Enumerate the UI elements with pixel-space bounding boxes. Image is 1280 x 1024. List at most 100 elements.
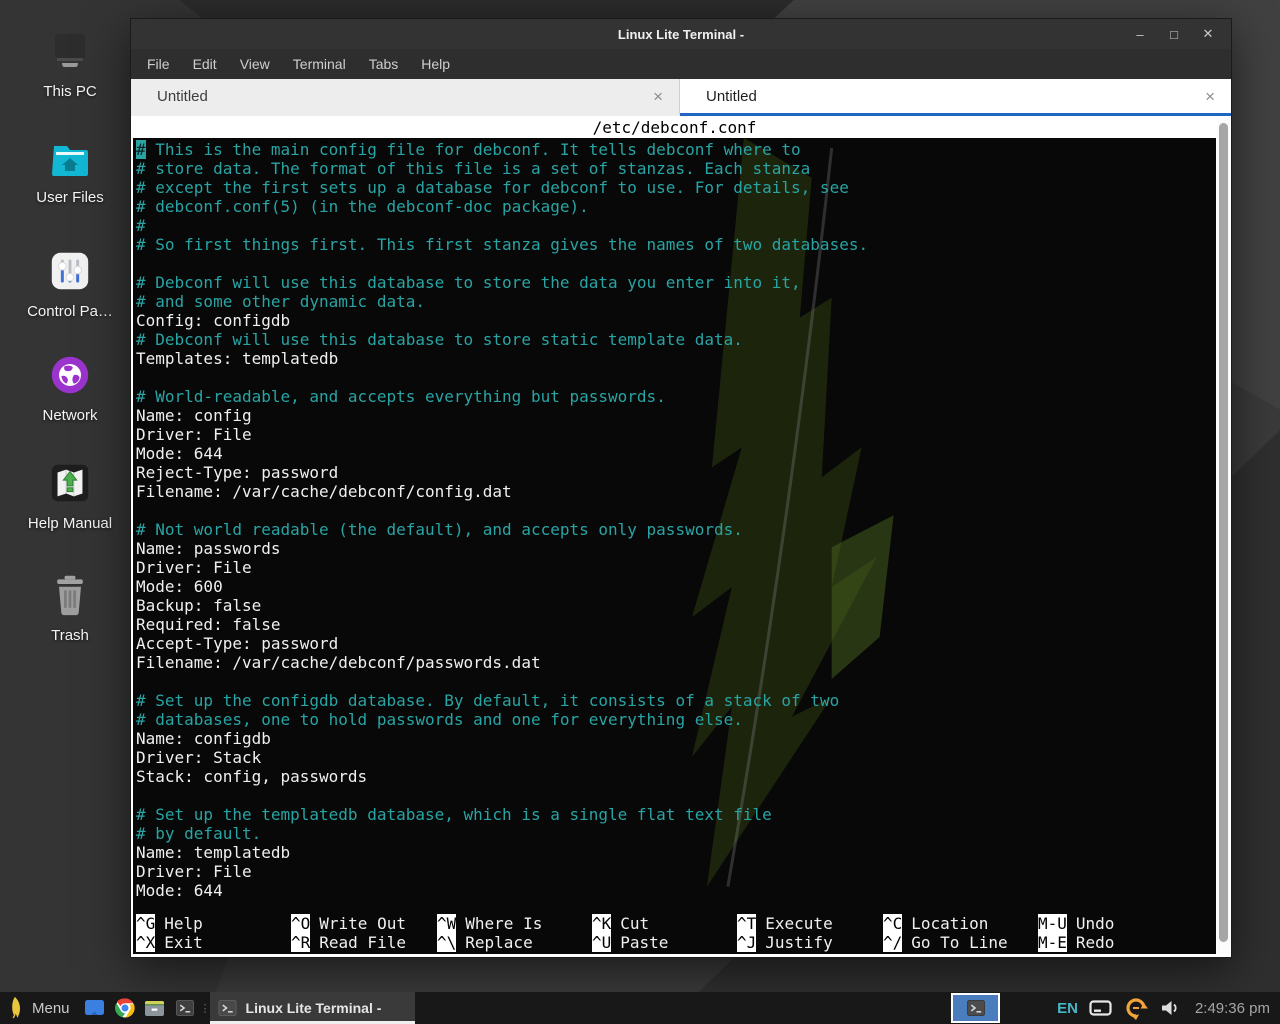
shortcut-label: Paste <box>620 933 668 952</box>
nano-line: # Debconf will use this database to stor… <box>136 330 1216 349</box>
terminal-viewport: GNU nano 7.2 /etc/debconf.conf # This is… <box>131 116 1231 957</box>
clock[interactable]: 2:49:36 pm <box>1195 1000 1270 1017</box>
nano-line: # store data. The format of this file is… <box>136 159 1216 178</box>
nano-line: Driver: File <box>136 862 1216 881</box>
menu-help[interactable]: Help <box>421 56 450 72</box>
menu-edit[interactable]: Edit <box>193 56 217 72</box>
nano-shortcut: ^KCut <box>592 914 737 933</box>
terminal-scrollbar[interactable] <box>1217 118 1230 954</box>
desktop-icon-label: Network <box>12 407 128 424</box>
shortcut-key: ^T <box>737 914 756 933</box>
nano-line: # and some other dynamic data. <box>136 292 1216 311</box>
desktop-icon-this-pc[interactable]: This PC <box>12 30 128 100</box>
terminal-menubar: File Edit View Terminal Tabs Help <box>131 49 1231 79</box>
shortcut-label: Replace <box>465 933 532 952</box>
shortcut-key: ^W <box>437 914 456 933</box>
nano-line: # <box>136 216 1216 235</box>
taskbar: Menu ⋮ Linux Lite Terminal - EN <box>0 992 1280 1024</box>
menu-file[interactable]: File <box>147 56 170 72</box>
tab-close-icon[interactable]: × <box>653 88 663 105</box>
nano-line: Accept-Type: password <box>136 634 1216 653</box>
desktop-icon-label: Trash <box>12 627 128 644</box>
desktop-icon-help-manual[interactable]: Help Manual <box>12 460 128 532</box>
launcher-chrome[interactable] <box>110 992 140 1024</box>
user-files-icon <box>12 138 128 180</box>
desktop-icon-label: This PC <box>12 83 128 100</box>
shortcut-label: Write Out <box>319 914 406 933</box>
nano-line: # databases, one to hold passwords and o… <box>136 710 1216 729</box>
minimize-button[interactable]: – <box>1127 27 1153 42</box>
shortcut-label: Read File <box>319 933 406 952</box>
file-manager-icon <box>144 999 165 1017</box>
nano-line: Mode: 644 <box>136 881 1216 900</box>
start-menu-button[interactable]: Menu <box>0 992 80 1024</box>
maximize-button[interactable]: □ <box>1161 27 1187 42</box>
nano-shortcut: ^GHelp <box>136 914 291 933</box>
terminal-tab-2-active[interactable]: Untitled× <box>680 79 1231 116</box>
desktop-icon-trash[interactable]: Trash <box>12 572 128 644</box>
nano-line: Driver: File <box>136 425 1216 444</box>
nano-shortcut: ^XExit <box>136 933 291 952</box>
nano-cursor: # <box>136 140 146 159</box>
desktop-icon-network[interactable]: Network <box>12 352 128 424</box>
terminal-scrollbar-thumb[interactable] <box>1219 123 1228 942</box>
nano-line: # So first things first. This first stan… <box>136 235 1216 254</box>
nano-line: Filename: /var/cache/debconf/passwords.d… <box>136 653 1216 672</box>
nano-shortcut: M-ERedo <box>1038 933 1216 952</box>
nano-shortcut: ^CLocation <box>883 914 1038 933</box>
tray-terminal-highlight[interactable] <box>951 993 1000 1023</box>
nano-line: Name: templatedb <box>136 843 1216 862</box>
menu-terminal[interactable]: Terminal <box>293 56 346 72</box>
this-pc-icon <box>12 30 128 74</box>
nano-shortcut-row: ^GHelp^OWrite Out^WWhere Is^KCut^TExecut… <box>136 914 1216 933</box>
desktop-icon-user-files[interactable]: User Files <box>12 138 128 206</box>
nano-line: Name: configdb <box>136 729 1216 748</box>
task-button-label: Linux Lite Terminal - <box>246 1000 382 1016</box>
tab-close-icon[interactable]: × <box>1205 88 1215 105</box>
volume-icon[interactable] <box>1160 999 1181 1017</box>
task-button-terminal[interactable]: Linux Lite Terminal - <box>210 992 415 1024</box>
window-titlebar[interactable]: Linux Lite Terminal - –□✕ <box>131 19 1231 49</box>
show-desktop-icon <box>84 999 105 1017</box>
terminal-screen[interactable]: GNU nano 7.2 /etc/debconf.conf # This is… <box>133 118 1216 954</box>
nano-line: Name: passwords <box>136 539 1216 558</box>
menu-tabs[interactable]: Tabs <box>369 56 399 72</box>
shortcut-key: ^J <box>737 933 756 952</box>
nano-line <box>136 501 1216 520</box>
shortcut-key: ^K <box>592 914 611 933</box>
shortcut-label: Undo <box>1076 914 1115 933</box>
nano-line: # Set up the configdb database. By defau… <box>136 691 1216 710</box>
shortcut-key: ^U <box>592 933 611 952</box>
shortcut-key: ^R <box>291 933 310 952</box>
help-manual-icon <box>12 460 128 506</box>
launcher-file-manager[interactable] <box>140 992 170 1024</box>
nano-line: # debconf.conf(5) (in the debconf-doc pa… <box>136 197 1216 216</box>
terminal-tab-1[interactable]: Untitled× <box>131 79 680 116</box>
shortcut-label: Exit <box>164 933 203 952</box>
nano-line: Mode: 644 <box>136 444 1216 463</box>
nano-line: # Debconf will use this database to stor… <box>136 273 1216 292</box>
start-menu-label: Menu <box>32 1000 70 1017</box>
taskbar-separator: ⋮ <box>200 992 210 1024</box>
launcher-terminal[interactable] <box>170 992 200 1024</box>
shortcut-label: Go To Line <box>911 933 1007 952</box>
nano-line: Reject-Type: password <box>136 463 1216 482</box>
nano-line <box>136 254 1216 273</box>
close-button[interactable]: ✕ <box>1195 26 1221 42</box>
desktop-icon-control-panel[interactable]: Control Pa… <box>12 248 128 320</box>
nano-shortcut-row: ^XExit^RRead File^\Replace^UPaste^JJusti… <box>136 933 1216 952</box>
control-panel-icon <box>12 248 128 294</box>
nano-shortcut: ^TExecute <box>737 914 883 933</box>
desktop-icon-label: Control Pa… <box>12 303 128 320</box>
update-manager-icon[interactable] <box>1123 995 1149 1021</box>
shortcut-key: M-E <box>1038 933 1067 952</box>
keyboard-layout-indicator[interactable]: EN <box>1057 1000 1078 1017</box>
nano-line: Templates: templatedb <box>136 349 1216 368</box>
nano-line: Mode: 600 <box>136 577 1216 596</box>
keyboard-icon[interactable] <box>1089 1000 1112 1017</box>
nano-shortcut: M-UUndo <box>1038 914 1216 933</box>
nano-line: Filename: /var/cache/debconf/config.dat <box>136 482 1216 501</box>
menu-view[interactable]: View <box>240 56 270 72</box>
nano-line <box>136 786 1216 805</box>
launcher-show-desktop[interactable] <box>80 992 110 1024</box>
